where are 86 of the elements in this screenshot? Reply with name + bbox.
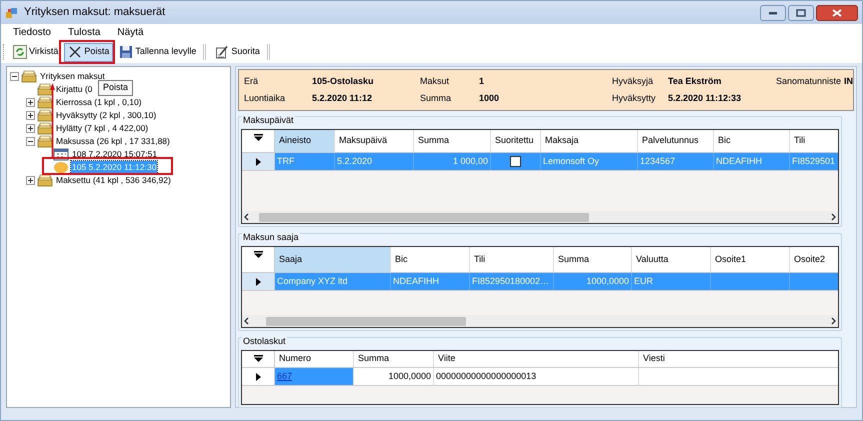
group-title: Maksun saaja [242, 231, 300, 244]
pen-on-paper-icon [215, 45, 230, 59]
app-icon [5, 6, 19, 20]
table-cell: EUR [632, 273, 711, 290]
tree-item[interactable]: Maksettu (41 kpl , 536 346,92) [55, 174, 172, 187]
circle-icon [53, 161, 69, 174]
tooltip: Poista [98, 80, 134, 96]
field-label: Maksut [420, 75, 450, 88]
table-cell: 1 000,00 [414, 153, 491, 170]
tree-item[interactable]: Yrityksen maksut [39, 70, 106, 83]
table-cell: 1234567 [638, 153, 714, 170]
minimize-button[interactable] [760, 4, 786, 20]
scrollbar[interactable] [242, 211, 838, 223]
toolbar-button[interactable]: Poista [64, 42, 114, 62]
expand-icon[interactable] [26, 124, 35, 133]
field-value: 1000 [479, 92, 500, 104]
table-cell: 5.2.2020 [335, 153, 414, 170]
toolbar-button[interactable]: Suorita [211, 42, 264, 62]
field-label: Hyväksytty [612, 92, 657, 105]
tree-item[interactable]: 108 7.2.2020 15:07:51 [71, 148, 158, 161]
folder-stack-icon [21, 70, 37, 83]
toolbar-button[interactable]: Virkistä [9, 42, 62, 62]
menu-item[interactable]: Tulosta [60, 25, 108, 40]
field-label: Luontiaika [244, 92, 286, 104]
row-pointer-icon [256, 372, 260, 380]
close-button[interactable] [816, 4, 858, 20]
tree-item[interactable]: Hyväksytty (2 kpl , 300,10) [55, 109, 158, 122]
filter-icon [254, 355, 262, 362]
collapse-icon[interactable] [10, 72, 19, 81]
close-icon [832, 8, 842, 16]
close-icon [68, 45, 82, 59]
table-cell: 1000,0000 [354, 368, 434, 385]
expand-icon[interactable] [26, 111, 35, 120]
filter-icon [254, 134, 262, 141]
field-value: IN [844, 75, 853, 88]
table-cell: 00000000000000000013 [434, 368, 639, 385]
folder-stack-icon [37, 96, 53, 109]
folder-stack-icon [37, 109, 53, 122]
field-value: 1 [479, 75, 486, 88]
table-cell: Company XYZ ltd [275, 273, 391, 290]
scrollbar-thumb[interactable] [266, 316, 466, 326]
tree-item[interactable]: Maksussa (26 kpl , 17 331,88) [55, 135, 171, 148]
table-cell: NDEAFIHH [714, 153, 790, 170]
field-label: Hyväksyjä [612, 75, 654, 88]
table-row[interactable]: 667 1000,0000 00000000000000000013 [242, 368, 838, 386]
table-cell: FI8529501 [790, 153, 838, 170]
scrollbar-thumb[interactable] [259, 212, 589, 222]
folder-stack-icon [37, 174, 53, 187]
column-header[interactable]: Aineisto [275, 130, 335, 152]
column-header[interactable]: Saaja [275, 247, 391, 272]
toolbar-button[interactable]: Tallenna levylle [115, 42, 200, 62]
maximize-button[interactable] [788, 4, 814, 20]
expand-icon[interactable] [26, 176, 35, 185]
tree-item[interactable]: Kirjattu (0 [55, 83, 94, 96]
field-label: Sanomatunniste [776, 75, 842, 88]
menu-item[interactable]: Näytä [109, 25, 152, 40]
group-title: Maksupäivät [242, 114, 295, 128]
checkbox[interactable] [510, 156, 521, 167]
field-value: 5.2.2020 11:12:33 [668, 92, 742, 104]
field-label: Summa [420, 92, 452, 104]
table-cell: Lemonsoft Oy [541, 153, 638, 170]
folder-stack-icon [37, 122, 53, 135]
tree-item[interactable]: Kierrossa (1 kpl , 0,10) [55, 96, 143, 109]
menu-item[interactable]: Tiedosto [5, 25, 59, 40]
field-value: 5.2.2020 11:12 [312, 92, 374, 104]
refresh-icon [13, 45, 27, 59]
row-pointer-icon [256, 278, 260, 286]
table-cell: 1000,0000 [554, 273, 632, 290]
folder-stack-icon [37, 135, 53, 148]
table-cell: FI852950180002… [470, 273, 554, 290]
folder-stack-icon [37, 83, 53, 96]
expand-icon[interactable] [26, 98, 35, 107]
window-title: Yrityksen maksut: maksuerät [24, 5, 166, 20]
maximize-icon [796, 8, 806, 16]
row-pointer-icon [256, 158, 260, 166]
tree-item[interactable]: Hylätty (7 kpl , 4 422,00) [55, 122, 150, 135]
table-cell: TRF [275, 153, 335, 170]
field-value: Tea Ekström [668, 75, 722, 88]
collapse-icon[interactable] [26, 137, 35, 146]
scrollbar[interactable] [242, 315, 838, 327]
filter-icon [254, 251, 262, 258]
field-label: Erä [244, 75, 260, 88]
field-value: 105-Ostolasku [312, 75, 375, 88]
minimize-icon [768, 10, 778, 14]
table-cell: NDEAFIHH [391, 273, 470, 290]
highlight-frame [59, 40, 115, 64]
